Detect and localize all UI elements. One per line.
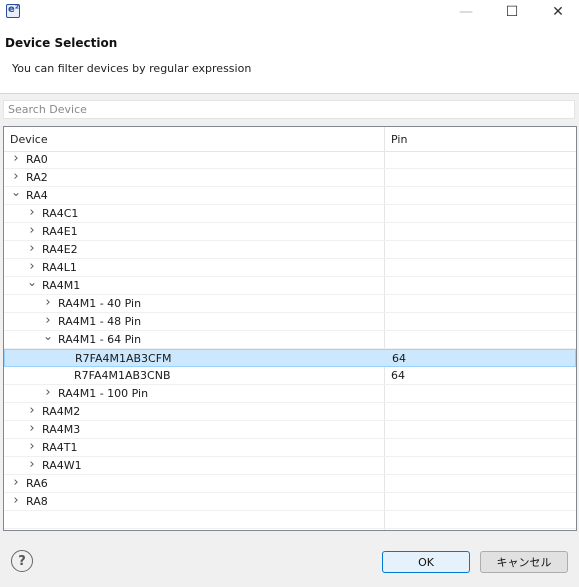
tree-row[interactable]: ⌄ RA4M1 - 64 Pin	[4, 330, 576, 349]
title-bar: e² — ☐ ✕	[0, 0, 579, 26]
tree-row-label: R7FA4M1AB3CNB	[74, 369, 171, 382]
column-header-device[interactable]: Device	[10, 133, 48, 146]
tree-row[interactable]: R7FA4M1AB3CNB 64	[4, 367, 576, 385]
tree-row-label: RA4M1 - 48 Pin	[58, 315, 142, 328]
chevron-right-icon[interactable]: ›	[26, 260, 38, 273]
dialog-title: Device Selection	[5, 36, 118, 50]
tree-row[interactable]: › RA4M2	[4, 403, 576, 421]
chevron-right-icon[interactable]: ›	[42, 386, 54, 399]
tree-row[interactable]: › RA4M1 - 100 Pin	[4, 385, 576, 403]
tree-row-label: RA4E2	[42, 243, 78, 256]
chevron-right-icon[interactable]: ›	[10, 476, 22, 489]
tree-row-label: RA4M3	[42, 423, 81, 436]
tree-row[interactable]: › RA6	[4, 475, 576, 493]
tree-header: Device Pin	[4, 127, 576, 152]
close-button[interactable]: ✕	[535, 0, 579, 24]
tree-row[interactable]: › RA4L1	[4, 259, 576, 277]
tree-row-label: RA4W1	[42, 459, 82, 472]
tree-rows: › RA0 › RA2 ⌄ RA4 › RA4C1 › RA4E1 › RA4E2 › RA4L1 ⌄ RA4…	[4, 151, 576, 529]
dialog-subtitle: You can filter devices by regular expres…	[12, 62, 252, 75]
tree-row[interactable]: › RA4M3	[4, 421, 576, 439]
tree-row-pin: 64	[391, 369, 405, 382]
chevron-down-icon[interactable]: ⌄	[42, 330, 54, 342]
tree-row-label: RA4M1 - 64 Pin	[58, 333, 142, 346]
tree-row-label: RA6	[26, 477, 48, 490]
tree-row[interactable]: R7FA4M1AB3CFM 64	[4, 349, 576, 367]
chevron-right-icon[interactable]: ›	[42, 296, 54, 309]
dialog-header: Device Selection You can filter devices …	[0, 26, 579, 94]
tree-row-label: RA2	[26, 171, 48, 184]
tree-row-label: RA4E1	[42, 225, 78, 238]
tree-row[interactable]: › RA4E1	[4, 223, 576, 241]
tree-row-label: R7FA4M1AB3CFM	[75, 352, 172, 365]
cancel-button[interactable]: キャンセル	[480, 551, 568, 573]
chevron-right-icon[interactable]: ›	[26, 440, 38, 453]
tree-row-label: RA4L1	[42, 261, 77, 274]
chevron-right-icon[interactable]: ›	[26, 224, 38, 237]
chevron-right-icon[interactable]: ›	[10, 152, 22, 165]
tree-row[interactable]: › RA8	[4, 493, 576, 511]
tree-row[interactable]: › RA4W1	[4, 457, 576, 475]
tree-row[interactable]: ⌄ RA4M1	[4, 276, 576, 295]
tree-row-label: RA4C1	[42, 207, 79, 220]
tree-row-label: RA4M2	[42, 405, 81, 418]
chevron-right-icon[interactable]: ›	[26, 458, 38, 471]
tree-row[interactable]: › RA2	[4, 169, 576, 187]
tree-row[interactable]: › RA4E2	[4, 241, 576, 259]
chevron-down-icon[interactable]: ⌄	[10, 186, 22, 198]
tree-row[interactable]: › RA4C1	[4, 205, 576, 223]
chevron-right-icon[interactable]: ›	[26, 404, 38, 417]
chevron-right-icon[interactable]: ›	[26, 206, 38, 219]
chevron-right-icon[interactable]: ›	[42, 314, 54, 327]
tree-row-label: RA0	[26, 153, 48, 166]
tree-row-pin: 64	[392, 352, 406, 365]
chevron-right-icon[interactable]: ›	[10, 170, 22, 183]
ok-button[interactable]: OK	[382, 551, 470, 573]
maximize-button[interactable]: ☐	[489, 0, 535, 24]
search-device-input[interactable]	[3, 100, 575, 119]
tree-row-label: RA4M1	[42, 279, 81, 292]
app-icon: e²	[6, 4, 20, 18]
minimize-button[interactable]: —	[443, 0, 489, 24]
chevron-right-icon[interactable]: ›	[26, 242, 38, 255]
tree-row[interactable]: › RA4M1 - 48 Pin	[4, 313, 576, 331]
tree-row-label: RA4	[26, 189, 48, 202]
tree-row[interactable]: › RA4T1	[4, 439, 576, 457]
tree-row-label: RA4T1	[42, 441, 78, 454]
tree-row-label: RA8	[26, 495, 48, 508]
chevron-right-icon[interactable]: ›	[26, 422, 38, 435]
tree-row[interactable]: ⌄ RA4	[4, 186, 576, 205]
chevron-right-icon[interactable]: ›	[10, 494, 22, 507]
column-header-pin[interactable]: Pin	[391, 133, 407, 146]
tree-row-label: RA4M1 - 40 Pin	[58, 297, 142, 310]
tree-row[interactable]	[4, 511, 576, 529]
tree-row[interactable]: › RA4M1 - 40 Pin	[4, 295, 576, 313]
device-tree[interactable]: Device Pin › RA0 › RA2 ⌄ RA4 › RA4C1 › RA4E1 › RA4E…	[3, 126, 577, 531]
help-icon[interactable]: ?	[11, 550, 33, 572]
tree-row-label: RA4M1 - 100 Pin	[58, 387, 149, 400]
tree-row[interactable]: › RA0	[4, 151, 576, 169]
chevron-down-icon[interactable]: ⌄	[26, 276, 38, 288]
